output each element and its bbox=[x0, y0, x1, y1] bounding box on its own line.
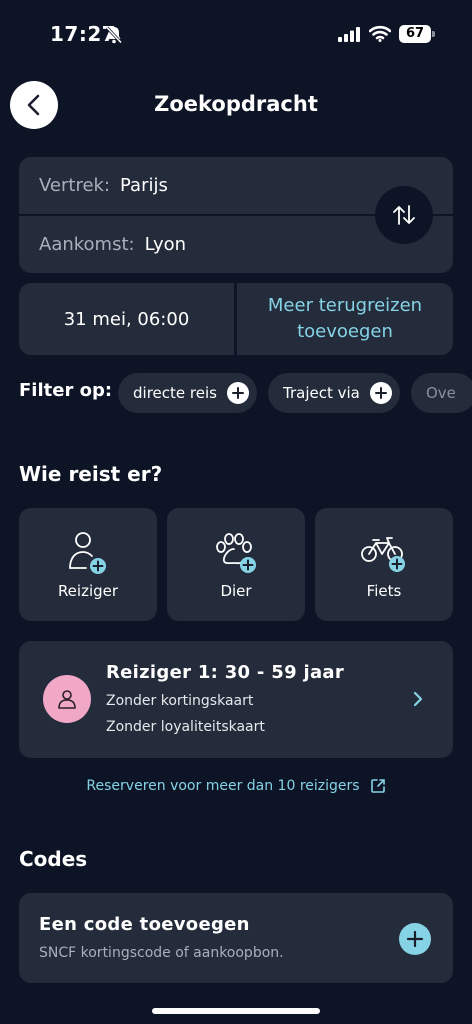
chip-direct-trip[interactable]: directe reis bbox=[118, 373, 257, 413]
add-code-subtitle: SNCF kortingscode of aankoopbon. bbox=[39, 945, 284, 961]
battery-indicator: 67 bbox=[399, 25, 431, 43]
passenger-discount-card: Zonder kortingskaart bbox=[106, 693, 254, 709]
arrival-label: Aankomst: bbox=[39, 234, 135, 255]
avatar bbox=[43, 675, 91, 723]
reserve-group-link[interactable]: Reserveren voor meer dan 10 reizigers bbox=[0, 778, 472, 794]
passenger-title: Reiziger 1: 30 - 59 jaar bbox=[106, 662, 345, 683]
wifi-icon bbox=[369, 25, 391, 42]
chip-label: Ove bbox=[426, 384, 456, 402]
person-add-icon bbox=[69, 532, 106, 574]
person-icon bbox=[58, 690, 76, 709]
status-bar: 17:27 67 bbox=[0, 0, 472, 70]
external-link-icon bbox=[370, 779, 385, 793]
bell-slash-icon bbox=[105, 26, 123, 44]
signal-icon bbox=[338, 27, 360, 42]
plus-icon bbox=[406, 930, 424, 948]
chip-more[interactable]: Ove bbox=[411, 373, 472, 413]
filter-chips: directe reis Traject via Ove bbox=[118, 373, 472, 413]
plus-icon bbox=[369, 382, 392, 404]
bike-label: Fiets bbox=[366, 582, 402, 600]
swap-button[interactable] bbox=[375, 186, 433, 244]
battery-tip bbox=[432, 31, 435, 37]
filter-label: Filter op: bbox=[19, 380, 113, 401]
add-return-button[interactable]: Meer terugreizen toevoegen bbox=[237, 283, 453, 355]
add-traveler-button[interactable]: Reiziger bbox=[19, 508, 157, 621]
add-pet-button[interactable]: Dier bbox=[167, 508, 305, 621]
arrival-value: Lyon bbox=[144, 234, 187, 255]
departure-label: Vertrek: bbox=[39, 175, 111, 196]
traveler-label: Reiziger bbox=[57, 582, 119, 600]
bike-add-icon bbox=[361, 537, 405, 572]
passenger-card[interactable]: Reiziger 1: 30 - 59 jaar Zonder kortings… bbox=[19, 641, 453, 758]
swap-icon bbox=[393, 205, 415, 225]
date-button[interactable]: 31 mei, 06:00 bbox=[19, 283, 234, 355]
add-code-card[interactable]: Een code toevoegen SNCF kortingscode of … bbox=[19, 893, 453, 983]
add-bike-button[interactable]: Fiets bbox=[315, 508, 453, 621]
pet-label: Dier bbox=[220, 582, 252, 600]
chip-label: Traject via bbox=[283, 384, 360, 402]
add-code-title: Een code toevoegen bbox=[39, 914, 250, 935]
reserve-link-label: Reserveren voor meer dan 10 reizigers bbox=[86, 778, 360, 794]
add-code-button[interactable] bbox=[399, 923, 431, 955]
paw-add-icon bbox=[216, 533, 256, 573]
plus-icon bbox=[226, 382, 249, 404]
departure-value: Parijs bbox=[120, 175, 168, 196]
passenger-loyalty-card: Zonder loyaliteitskaart bbox=[106, 719, 265, 735]
chevron-right-icon bbox=[413, 691, 423, 707]
chip-route-via[interactable]: Traject via bbox=[268, 373, 400, 413]
page-title: Zoekopdracht bbox=[154, 92, 318, 116]
codes-title: Codes bbox=[19, 847, 88, 871]
travelers-title: Wie reist er? bbox=[19, 462, 163, 486]
home-indicator[interactable] bbox=[152, 1008, 320, 1014]
chip-label: directe reis bbox=[133, 384, 217, 402]
